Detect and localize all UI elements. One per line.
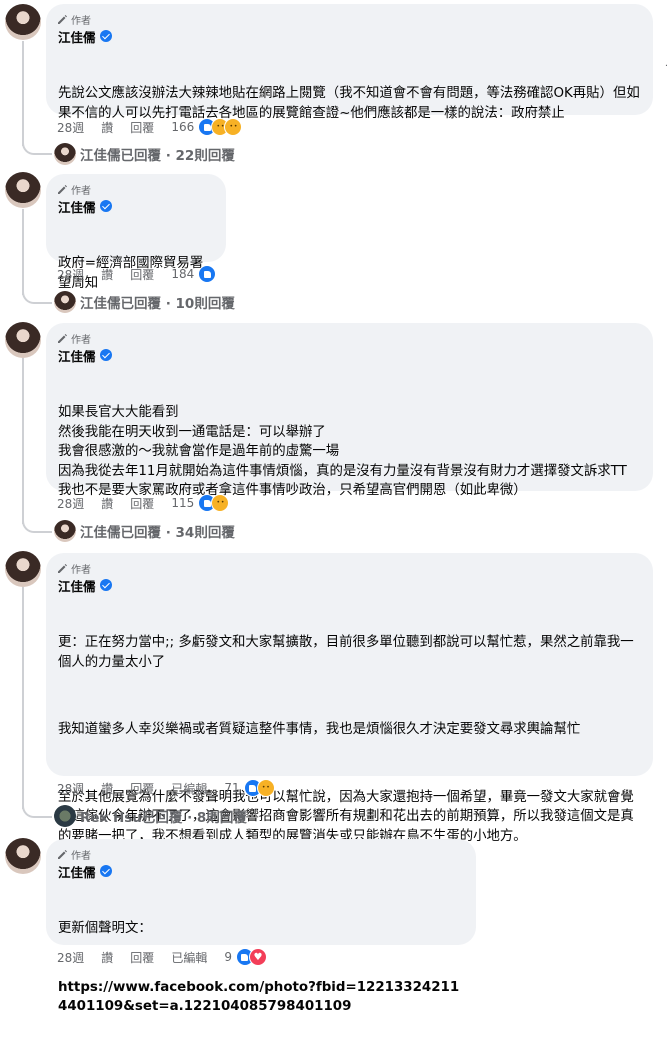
author-badge: 作者 (56, 12, 641, 27)
like-button[interactable]: 讚 (101, 780, 113, 797)
thread-connector (22, 290, 52, 304)
care-reaction-icon (256, 779, 275, 797)
comment-text: 我知道蠻多人幸災樂禍或者質疑這整件事情，我也是煩惱很久才決定要發文尋求輿論幫忙 (58, 722, 581, 737)
author-tag-label: 作者 (71, 185, 91, 197)
author-tag-label: 作者 (71, 334, 91, 346)
avatar[interactable] (5, 4, 41, 40)
reaction-icons[interactable] (198, 118, 243, 136)
comment-actions: 28週 讚 回覆 已編輯 9 (57, 948, 267, 966)
thread-line (22, 587, 24, 809)
reaction-count[interactable]: 115 (171, 496, 194, 510)
reply-button[interactable]: 回覆 (130, 266, 154, 283)
care-reaction-icon (211, 494, 230, 512)
comment-text: 更：正在努力當中;; 多虧發文和大家幫擴散，目前很多單位聽到都說可以幫忙惹，果然… (58, 635, 634, 670)
like-button[interactable]: 讚 (101, 949, 113, 966)
author-badge: 作者 (56, 182, 214, 197)
pencil-icon (58, 185, 67, 194)
thread-line (22, 358, 24, 524)
commenter-name[interactable]: 江佳儒 (58, 862, 96, 881)
avatar[interactable] (5, 172, 41, 208)
comment-bubble: 作者 江佳儒 更新個聲明文： https://www.facebook.com/… (46, 839, 476, 1014)
author-badge: 作者 (56, 331, 641, 346)
reaction-count[interactable]: 184 (171, 267, 194, 281)
thread-connector (22, 141, 52, 155)
author-tag-label: 作者 (71, 564, 91, 576)
view-replies-link[interactable]: Rex Hsu已回覆 · 8則回覆 (54, 804, 247, 828)
reaction-count[interactable]: 9 (224, 950, 232, 964)
comment-link[interactable]: https://www.facebook.com/photo?fbid=1221… (58, 978, 464, 1017)
like-button[interactable]: 讚 (101, 495, 113, 512)
pencil-icon (58, 15, 67, 24)
avatar[interactable] (5, 838, 41, 874)
comment-bubble: 作者 江佳儒 更：正在努力當中;; 多虧發文和大家幫擴散，目前很多單位聽到都說可… (46, 553, 653, 844)
timestamp[interactable]: 28週 (57, 119, 84, 136)
comment-text: 更新個聲明文： (58, 921, 152, 936)
pencil-icon (58, 564, 67, 573)
comment-actions: 28週 讚 回覆 115 (57, 494, 230, 512)
timestamp[interactable]: 28週 (57, 266, 84, 283)
avatar[interactable] (5, 322, 41, 358)
replies-summary: Rex Hsu已回覆 · 8則回覆 (80, 810, 247, 826)
verified-icon (99, 30, 112, 42)
like-reaction-icon (198, 265, 217, 283)
reply-avatar (54, 291, 76, 313)
author-tag-label: 作者 (71, 850, 91, 862)
comment-bubble: 作者 江佳儒 如果長官大大能看到 然後我能在明天收到一通電話是：可以舉辦了 我會… (46, 323, 653, 498)
commenter-name[interactable]: 江佳儒 (58, 27, 96, 46)
view-replies-link[interactable]: 江佳儒已回覆 · 34則回覆 (54, 519, 235, 543)
verified-icon (99, 865, 112, 877)
love-reaction-icon (248, 948, 267, 966)
commenter-name[interactable]: 江佳儒 (58, 346, 96, 365)
author-tag-label: 作者 (71, 15, 91, 27)
reaction-icons[interactable] (198, 494, 230, 512)
author-badge: 作者 (56, 561, 641, 576)
pencil-icon (58, 334, 67, 343)
timestamp[interactable]: 28週 (57, 949, 84, 966)
timestamp[interactable]: 28週 (57, 495, 84, 512)
commenter-name[interactable]: 江佳儒 (58, 576, 96, 595)
comment-actions: 28週 讚 回覆 已編輯 71 (57, 779, 275, 797)
comment-bubble: 作者 江佳儒 政府=經濟部國際貿易署 望周知 (46, 174, 226, 291)
replies-summary: 江佳儒已回覆 · 10則回覆 (80, 296, 235, 312)
edited-label: 已編輯 (171, 950, 208, 965)
comment-bubble: 作者 江佳儒 先說公文應該沒辦法大辣辣地貼在網路上閱覽（我不知道會不會有問題，等… (46, 4, 653, 121)
author-badge: 作者 (56, 847, 464, 862)
view-replies-link[interactable]: 江佳儒已回覆 · 22則回覆 (54, 142, 235, 166)
comment-text: 如果長官大大能看到 然後我能在明天收到一通電話是：可以舉辦了 我會很感激的～我就… (58, 405, 627, 498)
reply-avatar (54, 520, 76, 542)
verified-icon (99, 349, 112, 361)
commenter-name[interactable]: 江佳儒 (58, 197, 96, 216)
view-replies-link[interactable]: 江佳儒已回覆 · 10則回覆 (54, 290, 235, 314)
thread-connector (22, 519, 52, 533)
reply-button[interactable]: 回覆 (130, 495, 154, 512)
reaction-icons[interactable] (243, 779, 275, 797)
reaction-icons[interactable] (198, 265, 217, 283)
edge-mark: . (664, 58, 668, 69)
reaction-icons[interactable] (235, 948, 267, 966)
comment-actions: 28週 讚 回覆 166 (57, 118, 243, 136)
pencil-icon (58, 850, 67, 859)
like-button[interactable]: 讚 (101, 266, 113, 283)
avatar[interactable] (5, 551, 41, 587)
reply-button[interactable]: 回覆 (130, 780, 154, 797)
verified-icon (99, 579, 112, 591)
verified-icon (99, 200, 112, 212)
reaction-count[interactable]: 71 (224, 781, 239, 795)
comment-actions: 28週 讚 回覆 184 (57, 265, 217, 283)
reply-avatar (54, 805, 76, 827)
edited-label: 已編輯 (171, 781, 208, 796)
reply-avatar (54, 143, 76, 165)
reply-button[interactable]: 回覆 (130, 949, 154, 966)
reaction-count[interactable]: 166 (171, 120, 194, 134)
care-reaction-icon (224, 118, 243, 136)
thread-line (22, 209, 24, 295)
like-button[interactable]: 讚 (101, 119, 113, 136)
reply-button[interactable]: 回覆 (130, 119, 154, 136)
thread-connector (22, 804, 52, 818)
timestamp[interactable]: 28週 (57, 780, 84, 797)
replies-summary: 江佳儒已回覆 · 22則回覆 (80, 148, 235, 164)
replies-summary: 江佳儒已回覆 · 34則回覆 (80, 525, 235, 541)
thread-line (22, 41, 24, 146)
